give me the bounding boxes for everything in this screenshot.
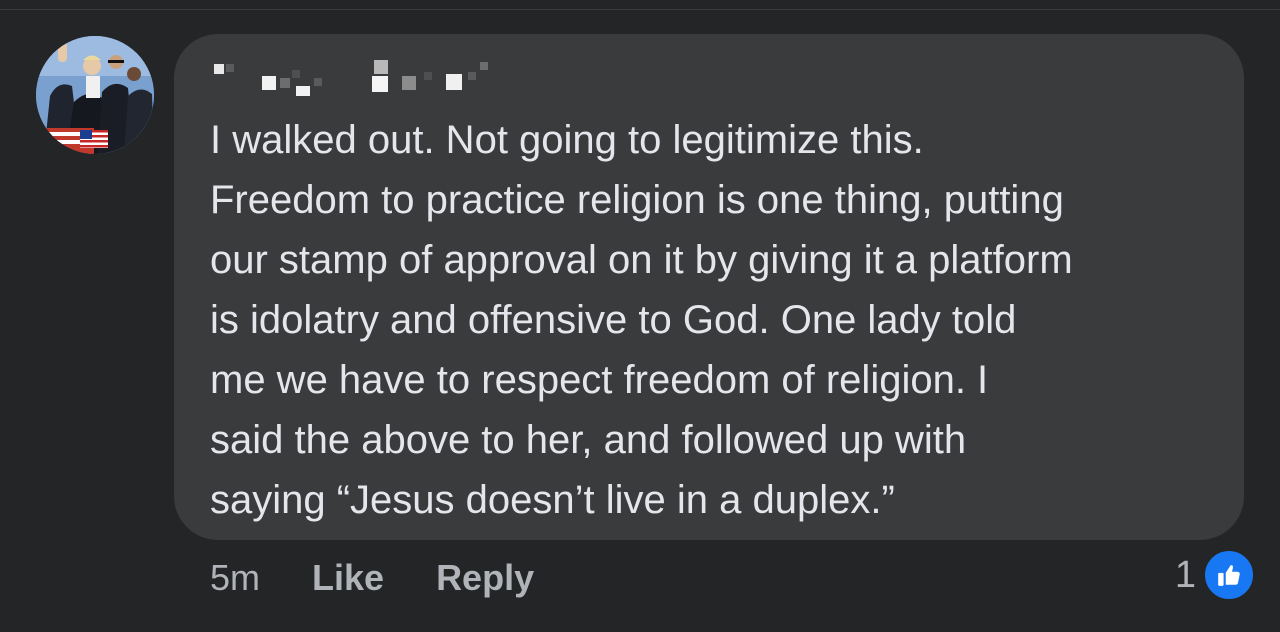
comment-line: said the above to her, and followed up w…: [210, 418, 967, 462]
comment-line: Freedom to practice religion is one thin…: [210, 178, 1064, 222]
us-flag-emoji: [80, 130, 108, 148]
comment-actions: 5m Like Reply: [210, 556, 586, 600]
comment-line: saying “Jesus doesn’t live in a duplex.”: [210, 478, 895, 522]
comment-line: our stamp of approval on it by giving it…: [210, 238, 1073, 282]
author-name-redacted: [214, 60, 488, 96]
timestamp: 5m: [210, 557, 261, 598]
comment-line: me we have to respect freedom of religio…: [210, 358, 989, 402]
comment-line: I walked out. Not going to legitimize th…: [210, 118, 924, 162]
reaction-count: 1: [1174, 553, 1196, 596]
comment-line: is idolatry and offensive to God. One la…: [210, 298, 1017, 342]
avatar[interactable]: [36, 36, 154, 154]
reaction-summary[interactable]: 1: [1174, 548, 1256, 602]
top-divider: [0, 9, 1280, 10]
reply-button[interactable]: Reply: [436, 557, 534, 599]
comment-bubble: I walked out. Not going to legitimize th…: [174, 34, 1244, 540]
comment-text: I walked out. Not going to legitimize th…: [210, 110, 1230, 530]
like-button[interactable]: Like: [312, 557, 384, 599]
avatar-photo: [36, 36, 154, 154]
thumbs-up-icon: [1202, 548, 1256, 602]
